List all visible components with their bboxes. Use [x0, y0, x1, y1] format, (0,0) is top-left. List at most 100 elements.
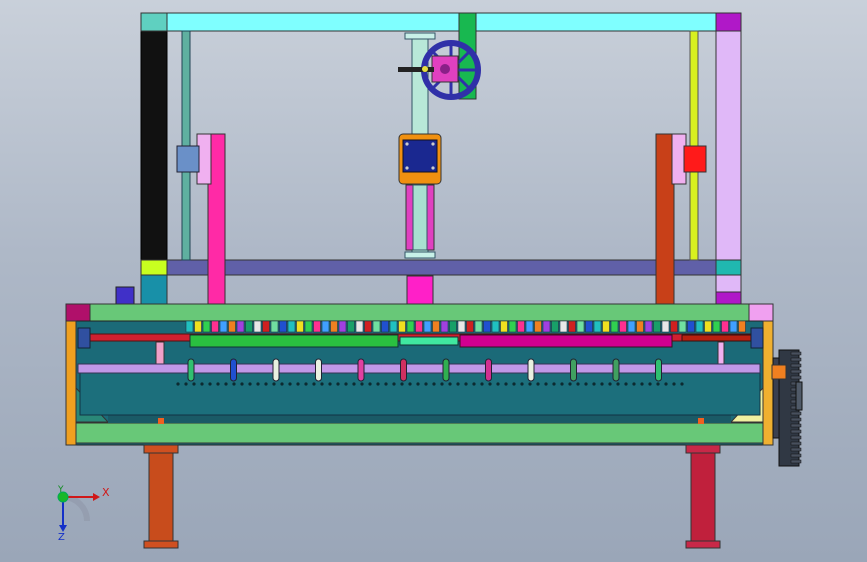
bed-hole [344, 382, 348, 386]
bed-hole [176, 382, 180, 386]
heddle [610, 320, 619, 333]
heddle [644, 320, 653, 333]
heddle [619, 320, 627, 333]
heddle [262, 320, 270, 333]
bed-hole [336, 382, 340, 386]
bed-hole [576, 382, 580, 386]
bed-hole [440, 382, 444, 386]
gear-tooth [790, 423, 802, 428]
x-axis-label: X [102, 486, 110, 499]
gear-tooth [790, 459, 802, 464]
bed-hole [240, 382, 244, 386]
yarn-guide [570, 358, 577, 382]
bed-hole [624, 382, 628, 386]
bed-hole [632, 382, 636, 386]
gear-tooth [790, 429, 802, 434]
heddle [542, 320, 551, 333]
heddle [466, 320, 474, 333]
heddle [704, 320, 712, 333]
yarn-guide [485, 358, 492, 382]
heddle [228, 320, 236, 333]
gear-tooth [790, 441, 802, 446]
heddle [202, 320, 211, 333]
heddle [721, 320, 729, 333]
bed-hole [504, 382, 508, 386]
bed-hole [376, 382, 380, 386]
bed-hole [488, 382, 492, 386]
bed-hole [680, 382, 684, 386]
heddle [525, 320, 534, 333]
bed-hole [296, 382, 300, 386]
heddle [653, 320, 661, 333]
bed-base [75, 422, 764, 444]
heddle [712, 320, 721, 333]
heddle [695, 320, 704, 333]
heddle [687, 320, 695, 333]
heddle [449, 320, 457, 333]
gear-tooth [790, 363, 802, 368]
heddle [585, 320, 593, 333]
top-left-corner-block [140, 12, 168, 32]
heddle [347, 320, 355, 333]
bed-hole [464, 382, 468, 386]
heddle [593, 320, 602, 333]
bed-hole [320, 382, 324, 386]
gear-tooth [790, 351, 802, 356]
yarn-guide [230, 358, 237, 382]
bed-hole [472, 382, 476, 386]
bed-hole [224, 382, 228, 386]
bed-hole [400, 382, 404, 386]
bed-hole [232, 382, 236, 386]
bed-hole [272, 382, 276, 386]
bed-hole [432, 382, 436, 386]
right-slider-block [683, 145, 707, 173]
heddle [559, 320, 568, 333]
heddle [423, 320, 432, 333]
bed-hole [528, 382, 532, 386]
heddle [576, 320, 585, 333]
heddle [551, 320, 559, 333]
left-frame-post [140, 29, 168, 261]
left-slider-block [176, 145, 200, 173]
bed-hole [280, 382, 284, 386]
heddle [517, 320, 525, 333]
heddle [508, 320, 517, 333]
heddle [338, 320, 347, 333]
top-frame-beam [140, 12, 742, 32]
bed-hole [592, 382, 596, 386]
heddle [211, 320, 219, 333]
yarn-guide [655, 358, 662, 382]
bed-hole [184, 382, 188, 386]
cad-viewport[interactable]: X Y Z [0, 0, 867, 562]
bed-hole [216, 382, 220, 386]
heddle [364, 320, 372, 333]
bed-hole [200, 382, 204, 386]
magenta-shaft [459, 334, 673, 348]
heddle [219, 320, 228, 333]
bed-hole [480, 382, 484, 386]
heddle [678, 320, 687, 333]
yarn-guide [357, 358, 365, 382]
heddle [245, 320, 253, 333]
heddle [296, 320, 304, 333]
bed-hole [448, 382, 452, 386]
crossbar-right-block [715, 259, 742, 276]
yarn-guide [527, 358, 535, 382]
heddle [398, 320, 406, 333]
bed-hole [416, 382, 420, 386]
gear-tooth [790, 357, 802, 362]
bed-hole [248, 382, 252, 386]
bed-hole [208, 382, 212, 386]
heddle [670, 320, 678, 333]
heddle [389, 320, 398, 333]
bed-hole [264, 382, 268, 386]
heddle [627, 320, 636, 333]
bed-hole [312, 382, 316, 386]
heddle [500, 320, 508, 333]
bed-hole [512, 382, 516, 386]
heddle [381, 320, 389, 333]
bed-hole [256, 382, 260, 386]
heddle [406, 320, 415, 333]
heddle [738, 320, 746, 333]
gear-tooth [790, 369, 802, 374]
